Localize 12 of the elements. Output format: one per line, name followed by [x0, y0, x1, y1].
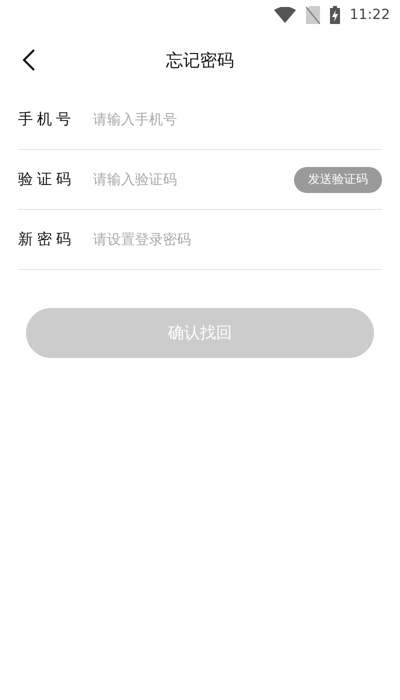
input-field[interactable]: 请输入验证码 — [93, 172, 294, 188]
battery-charging-icon — [330, 6, 340, 24]
field-label: 新密码 — [18, 230, 76, 249]
no-sim-icon — [306, 6, 320, 24]
input-field[interactable]: 请设置登录密码 — [93, 232, 382, 248]
input-field[interactable]: 请输入手机号 — [93, 112, 382, 128]
field-label: 手机号 — [18, 110, 76, 129]
field-label: 验证码 — [18, 170, 76, 189]
page-title: 忘记密码 — [166, 50, 234, 72]
status-time: 11:22 — [350, 7, 390, 23]
back-icon[interactable] — [22, 48, 36, 72]
wifi-icon — [274, 7, 296, 23]
